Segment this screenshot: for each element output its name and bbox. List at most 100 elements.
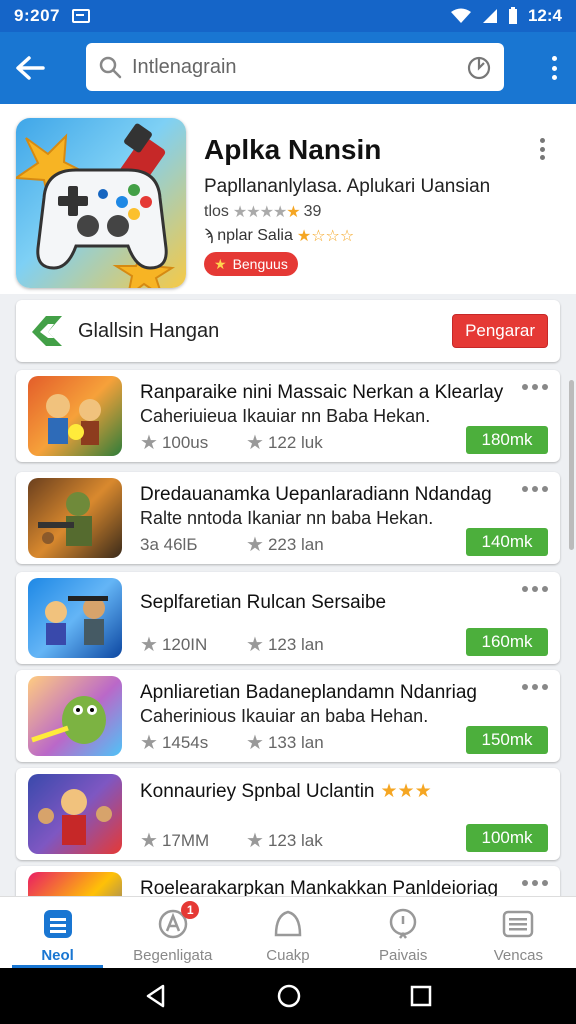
nav-label: Neol (41, 947, 74, 964)
app-thumbnail (28, 478, 122, 558)
app-list-item[interactable]: Ranparaike nini Massaic Nerkan a Klearla… (16, 370, 560, 462)
nav-label: Paivais (378, 947, 428, 964)
nav-item-paivais[interactable]: Paivais (346, 897, 461, 969)
game-art-icon (38, 789, 112, 845)
app-more-button[interactable] (522, 586, 548, 592)
timer-icon[interactable] (466, 54, 492, 80)
app-stat-downloads: 1454s (161, 732, 209, 752)
status-bar: 9:207 12:4 (0, 0, 576, 32)
app-description: Caheriuieua Ikauiar nn Baba Hekan. (140, 406, 431, 426)
app-title: Seplfaretian Rulcan Sersaibe (140, 592, 387, 613)
app-stats: ★ 17MM ★ 123 lak (140, 828, 323, 853)
app-description: Ralte nntoda Ikaniar nn baba Hekan. (140, 508, 434, 528)
star-icon: ★ (140, 830, 158, 852)
search-icon (99, 56, 122, 79)
app-list-item[interactable]: Konnauriey Spnbal Uclantin ★★★ ★ 17MM ★ 12… (16, 768, 560, 860)
arrow-left-icon (16, 56, 45, 80)
notification-badge: 1 (181, 901, 200, 919)
nav-item-cuakp[interactable]: Cuakp (230, 897, 345, 969)
nav-item-begenligata[interactable]: 1 Begenligata (115, 897, 230, 969)
promo-card[interactable]: Glallsin Hangan Pengarar (16, 300, 560, 362)
app-stat-reviews: 123 lan (267, 634, 324, 654)
game-art-icon (46, 394, 101, 445)
system-navigation-bar (0, 968, 576, 1024)
featured-app[interactable]: Aplka Nansin Papllananlylasa. Aplukari U… (0, 104, 576, 294)
app-thumbnail (28, 774, 122, 854)
search-box[interactable] (86, 43, 504, 91)
chat-icon (389, 908, 417, 939)
badge-star-icon: ★ (214, 255, 227, 272)
app-stat-reviews: 133 lan (267, 732, 324, 752)
app-thumbnail (28, 676, 122, 756)
app-price-button[interactable]: 180mk (466, 426, 548, 454)
featured-badge[interactable]: ★ Benguus (204, 252, 298, 276)
recents-square-icon[interactable] (409, 984, 433, 1008)
scrollbar[interactable] (569, 380, 574, 550)
bottom-navigation: Neol 1 Begenligata Cuakp Paivais Vencas (0, 896, 576, 969)
app-more-button[interactable] (522, 684, 548, 690)
app-stats: ★ 1454s ★ 133 lan (140, 730, 324, 755)
status-clock: 12:4 (527, 6, 562, 25)
star-icon: ★ (246, 534, 264, 556)
app-price-button[interactable]: 150mk (466, 726, 548, 754)
app-stats: ★ 100us ★ 122 luk (140, 430, 323, 455)
back-triangle-icon[interactable] (143, 983, 169, 1009)
notification-icon (71, 9, 90, 23)
app-thumbnail (28, 376, 122, 456)
app-price-button[interactable]: 160mk (466, 628, 548, 656)
app-stat-downloads: 120IN (161, 634, 208, 654)
app-stat-downloads: 17MM (161, 830, 210, 850)
app-price-button[interactable]: 100mk (466, 824, 548, 852)
rating-stars-icon: ★★★ (380, 781, 432, 802)
app-description: Caherinious Ikauiar an baba Hehan. (140, 706, 429, 726)
back-button[interactable] (0, 32, 60, 104)
nav-item-neol[interactable]: Neol (0, 897, 115, 969)
home-circle-icon[interactable] (276, 983, 302, 1009)
app-title: Ranparaike nini Massaic Nerkan a Klearla… (140, 382, 504, 403)
game-art-icon (45, 596, 108, 645)
featured-more-button[interactable] (540, 138, 546, 160)
game-art-icon (31, 696, 106, 744)
rating-stars-icon: ★★★★★ (232, 204, 301, 221)
featured-app-subtitle: Papllananlylasa. Aplukari Uansian (204, 176, 491, 197)
app-price-button[interactable]: 140mk (466, 528, 548, 556)
app-stat-downloads: 3a 46lБ (140, 534, 198, 554)
list-icon (43, 910, 72, 938)
search-input[interactable] (132, 55, 466, 79)
status-time: 9:207 (14, 6, 60, 25)
app-title-text: Konnauriey Spnbal Uclantin (140, 780, 375, 802)
featured-app-rating: tlos ★★★★★ 39 (204, 202, 321, 222)
seller-icon: ϡ (204, 227, 214, 244)
app-stat-reviews: 122 luk (267, 432, 323, 452)
game-art-icon (38, 492, 92, 546)
app-more-button[interactable] (522, 486, 548, 492)
app-list-item[interactable]: Seplfaretian Rulcan Sersaibe ★ 120IN ★ 123… (16, 572, 560, 664)
overflow-menu-button[interactable] (544, 54, 564, 82)
home-icon (274, 910, 302, 937)
nav-label: Cuakp (266, 947, 310, 964)
star-icon: ★ (246, 634, 264, 656)
app-stat-downloads: 100us (161, 432, 209, 452)
app-stat-reviews: 123 lak (267, 830, 323, 850)
app-thumbnail (28, 578, 122, 658)
nav-label: Begenligata (133, 947, 213, 964)
badge-label: Benguus (232, 256, 288, 272)
app-list-item[interactable]: Apnliaretian Badaneplandamn Ndanriag Cah… (16, 670, 560, 762)
app-stat-reviews: 223 lan (267, 534, 324, 554)
featured-app-seller: ϡ nplar Salia ★☆☆☆ (204, 226, 354, 246)
app-more-button[interactable] (522, 384, 548, 390)
nav-item-vencas[interactable]: Vencas (461, 897, 576, 969)
app-title: Konnauriey Spnbal Uclantin ★★★ (140, 780, 432, 803)
signal-icon (482, 9, 497, 23)
app-bar (0, 32, 576, 104)
app-stats: ★ 120IN ★ 123 lan (140, 632, 324, 657)
app-list-item[interactable]: Dredauanamka Uepanlaradiann Ndandag Ralt… (16, 472, 560, 564)
gamepad-icon (16, 123, 176, 288)
promo-label: Glallsin Hangan (78, 319, 220, 342)
seller-name: nplar Salia (217, 227, 293, 244)
promo-action-button[interactable]: Pengarar (452, 314, 548, 348)
star-icon: ★ (246, 432, 264, 454)
app-more-button[interactable] (522, 880, 548, 886)
star-icon: ★ (246, 830, 264, 852)
app-title: Apnliaretian Badaneplandamn Ndanriag (140, 682, 477, 703)
